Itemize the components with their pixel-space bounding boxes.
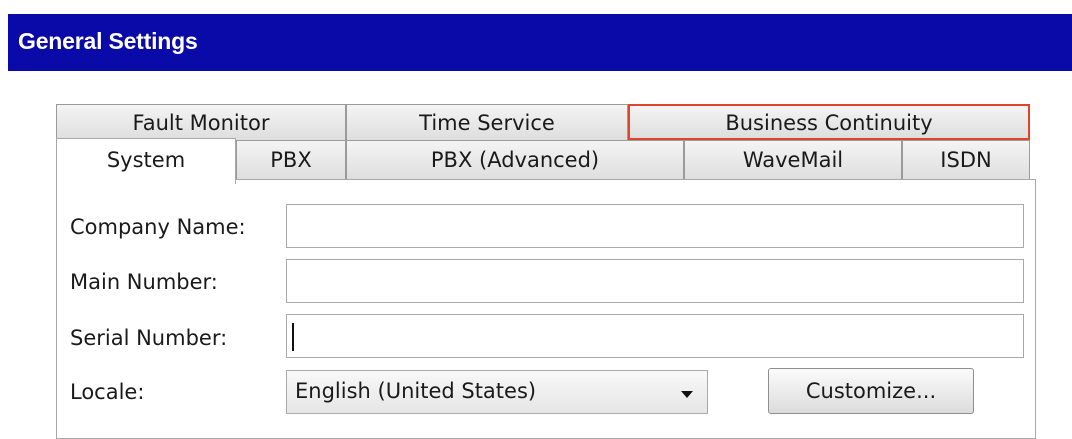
serial-number-label: Serial Number: [70, 326, 228, 350]
window-title: General Settings [18, 28, 198, 54]
main-number-label: Main Number: [70, 270, 218, 294]
text-cursor [292, 323, 294, 351]
locale-select[interactable]: English (United States) [286, 370, 708, 414]
locale-selected-value: English (United States) [295, 379, 537, 403]
tab-pbx-advanced[interactable]: PBX (Advanced) [346, 140, 684, 180]
company-name-label: Company Name: [70, 215, 246, 239]
title-bar: General Settings [8, 14, 1072, 71]
customize-button[interactable]: Customize... [768, 368, 974, 414]
company-name-field[interactable] [286, 204, 1024, 248]
tab-business-continuity[interactable]: Business Continuity [628, 104, 1030, 140]
serial-number-field[interactable] [286, 314, 1024, 358]
main-number-field[interactable] [286, 259, 1024, 303]
tab-isdn[interactable]: ISDN [902, 140, 1030, 180]
tab-time-service[interactable]: Time Service [346, 104, 628, 140]
dropdown-arrow-icon [681, 391, 693, 398]
locale-label: Locale: [70, 380, 145, 404]
tab-fault-monitor[interactable]: Fault Monitor [56, 104, 346, 140]
tab-pbx[interactable]: PBX [236, 140, 346, 180]
tab-system[interactable]: System [56, 138, 236, 184]
tab-wavemail[interactable]: WaveMail [684, 140, 902, 180]
